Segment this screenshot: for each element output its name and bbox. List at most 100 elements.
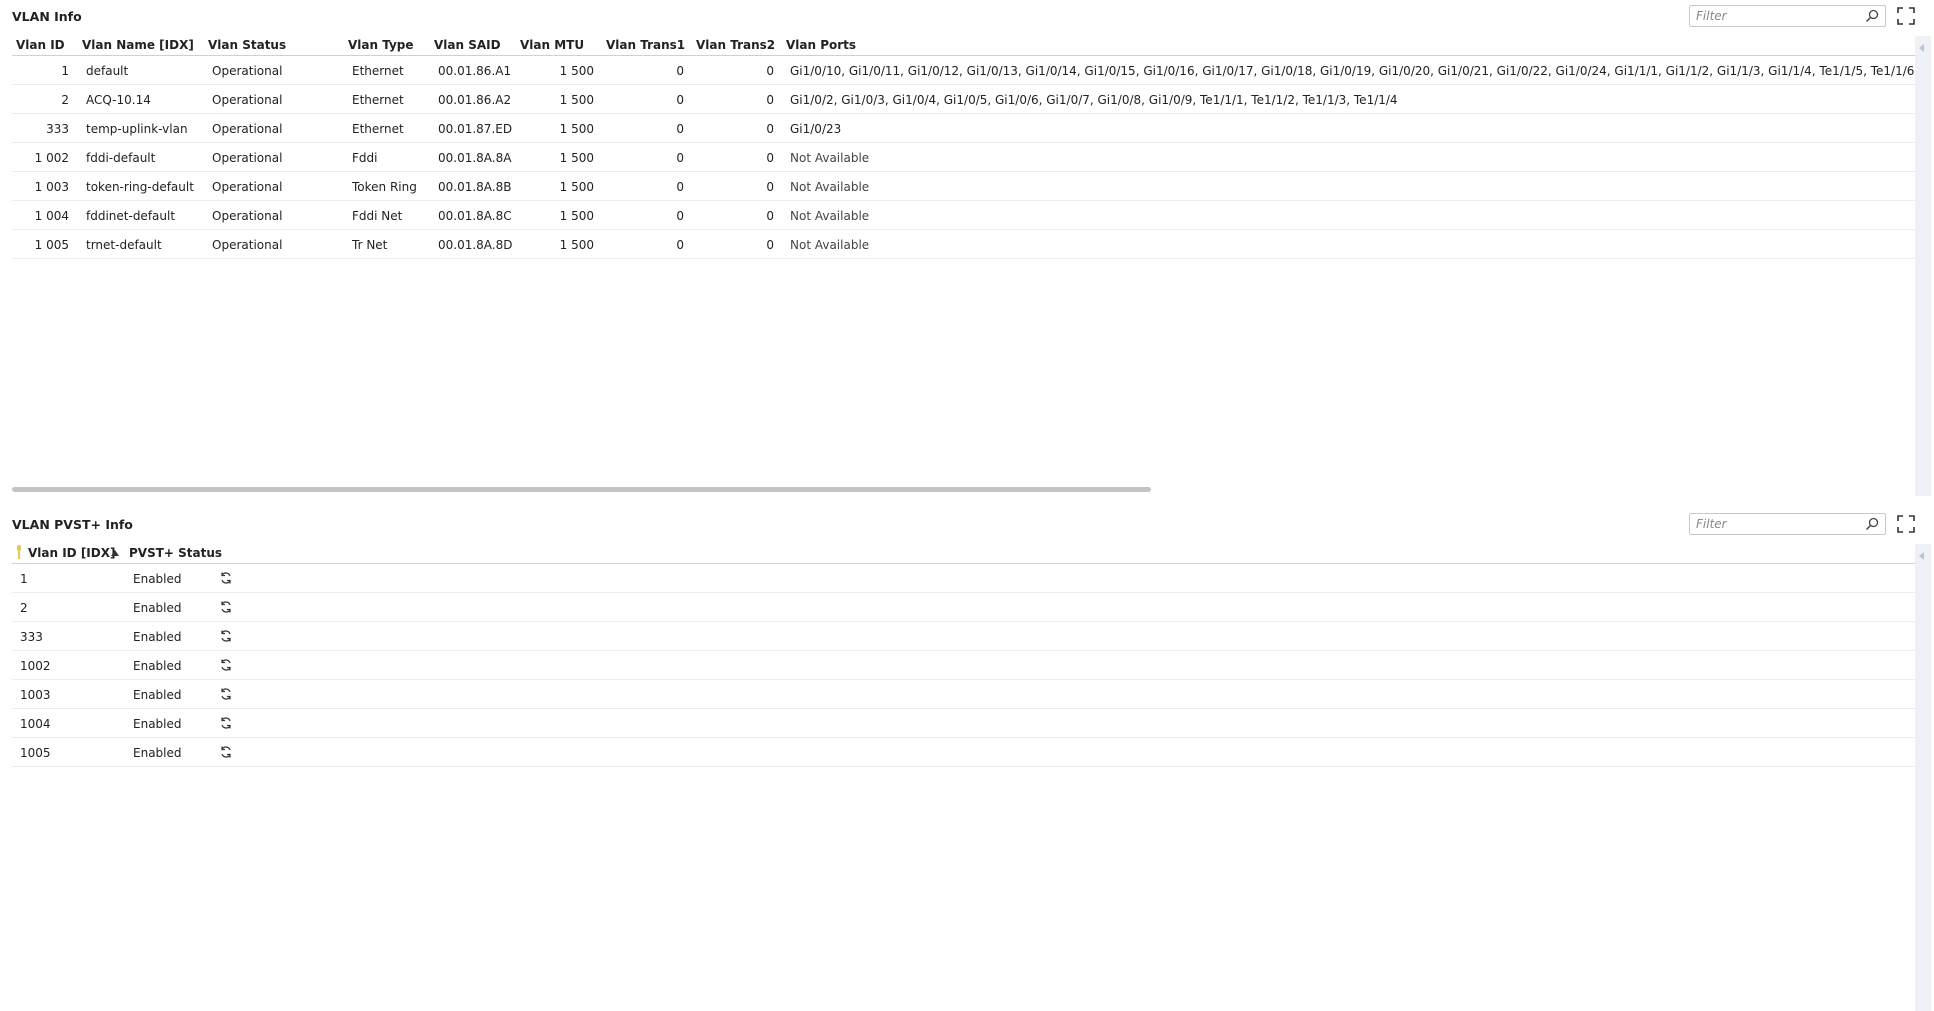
cell-vlan-said: 00.01.87.ED (438, 122, 513, 136)
table-row[interactable]: 1003 Enabled (12, 680, 1915, 709)
cell-vlan-type: Fddi Net (352, 209, 403, 223)
vlan-info-filter[interactable] (1689, 5, 1886, 27)
horizontal-scrollbar[interactable] (12, 487, 1915, 493)
cell-vlan-status: Operational (212, 122, 283, 136)
refresh-icon[interactable] (219, 687, 233, 701)
cell-vlan-type: Ethernet (352, 64, 404, 78)
collapse-arrow-icon[interactable] (1919, 552, 1924, 560)
col-vlan-id[interactable]: Vlan ID (16, 38, 65, 52)
cell-vlan-mtu: 1 500 (559, 209, 594, 223)
table-row[interactable]: 1 Enabled (12, 564, 1915, 593)
refresh-icon[interactable] (219, 658, 233, 672)
cell-vlan-id: 1 (61, 64, 69, 78)
cell-vlan-ports: Gi1/0/23 (790, 122, 842, 136)
table-row[interactable]: 2 Enabled (12, 593, 1915, 622)
vertical-scrollbar[interactable] (1915, 36, 1931, 496)
cell-vlan-status: Operational (212, 93, 283, 107)
cell-vlan-said: 00.01.8A.8C (438, 209, 512, 223)
cell-vlan-trans2: 0 (766, 238, 774, 252)
expand-icon[interactable] (1897, 515, 1915, 533)
table-row[interactable]: 1 002 fddi-default Operational Fddi 00.0… (12, 143, 1915, 172)
cell-vlan-type: Tr Net (352, 238, 388, 252)
table-row[interactable]: 333 temp-uplink-vlan Operational Etherne… (12, 114, 1915, 143)
col-vlan-type[interactable]: Vlan Type (348, 38, 414, 52)
table-row[interactable]: 333 Enabled (12, 622, 1915, 651)
col-vlan-status[interactable]: Vlan Status (208, 38, 286, 52)
cell-pvst-vlan-id: 1002 (20, 659, 51, 673)
cell-pvst-vlan-id: 1005 (20, 746, 51, 760)
cell-vlan-type: Ethernet (352, 93, 404, 107)
collapse-arrow-icon[interactable] (1919, 44, 1924, 52)
table-row[interactable]: 1 005 trnet-default Operational Tr Net 0… (12, 230, 1915, 259)
key-icon (17, 545, 21, 559)
table-row[interactable]: 1 004 fddinet-default Operational Fddi N… (12, 201, 1915, 230)
cell-vlan-name: ACQ-10.14 (86, 93, 151, 107)
col-vlan-mtu[interactable]: Vlan MTU (520, 38, 584, 52)
table-row[interactable]: 1004 Enabled (12, 709, 1915, 738)
refresh-icon[interactable] (219, 629, 233, 643)
cell-vlan-name: temp-uplink-vlan (86, 122, 188, 136)
cell-pvst-status: Enabled (133, 630, 182, 644)
col-vlan-said[interactable]: Vlan SAID (434, 38, 501, 52)
pvst-info-title: VLAN PVST+ Info (12, 517, 133, 532)
cell-pvst-vlan-id: 333 (20, 630, 43, 644)
search-icon[interactable] (1865, 9, 1879, 23)
cell-vlan-id: 1 003 (34, 180, 69, 194)
cell-vlan-trans1: 0 (676, 180, 684, 194)
cell-vlan-name: fddi-default (86, 151, 156, 165)
cell-vlan-trans1: 0 (676, 238, 684, 252)
cell-pvst-status: Enabled (133, 572, 182, 586)
cell-pvst-vlan-id: 2 (20, 601, 28, 615)
horizontal-scrollbar-thumb[interactable] (12, 487, 1151, 492)
cell-vlan-name: default (86, 64, 129, 78)
cell-vlan-trans2: 0 (766, 209, 774, 223)
cell-pvst-status: Enabled (133, 717, 182, 731)
cell-pvst-status: Enabled (133, 601, 182, 615)
cell-vlan-trans2: 0 (766, 151, 774, 165)
table-row[interactable]: 1005 Enabled (12, 738, 1915, 767)
table-row[interactable]: 2 ACQ-10.14 Operational Ethernet 00.01.8… (12, 85, 1915, 114)
cell-vlan-trans1: 0 (676, 64, 684, 78)
cell-vlan-mtu: 1 500 (559, 93, 594, 107)
col-pvst-status[interactable]: PVST+ Status (129, 546, 222, 560)
pvst-info-filter-input[interactable] (1694, 515, 1860, 533)
cell-vlan-status: Operational (212, 238, 283, 252)
col-vlan-trans2[interactable]: Vlan Trans2 (696, 38, 775, 52)
pvst-info-filter[interactable] (1689, 513, 1886, 535)
cell-vlan-id: 1 005 (34, 238, 69, 252)
cell-vlan-ports: Not Available (790, 238, 870, 252)
cell-vlan-said: 00.01.8A.8A (438, 151, 512, 165)
cell-vlan-said: 00.01.86.A2 (438, 93, 512, 107)
cell-vlan-mtu: 1 500 (559, 64, 594, 78)
cell-vlan-mtu: 1 500 (559, 151, 594, 165)
refresh-icon[interactable] (219, 716, 233, 730)
refresh-icon[interactable] (219, 571, 233, 585)
pvst-info-panel: VLAN PVST+ Info Vlan ID [IDX] PVST+ Stat… (0, 500, 1934, 1011)
cell-vlan-id: 333 (46, 122, 69, 136)
col-vlan-ports[interactable]: Vlan Ports (786, 38, 856, 52)
table-row[interactable]: 1002 Enabled (12, 651, 1915, 680)
vertical-scrollbar[interactable] (1915, 544, 1931, 1011)
vlan-info-filter-input[interactable] (1694, 7, 1860, 25)
col-pvst-vlan-id[interactable]: Vlan ID [IDX] (28, 546, 115, 560)
refresh-icon[interactable] (219, 600, 233, 614)
cell-vlan-status: Operational (212, 209, 283, 223)
cell-vlan-trans1: 0 (676, 209, 684, 223)
table-row[interactable]: 1 003 token-ring-default Operational Tok… (12, 172, 1915, 201)
cell-vlan-ports: Not Available (790, 180, 870, 194)
cell-pvst-vlan-id: 1003 (20, 688, 51, 702)
col-vlan-name[interactable]: Vlan Name [IDX] (82, 38, 194, 52)
cell-vlan-trans1: 0 (676, 122, 684, 136)
expand-icon[interactable] (1897, 7, 1915, 25)
sort-ascending-icon[interactable] (111, 550, 119, 556)
cell-vlan-trans2: 0 (766, 180, 774, 194)
refresh-icon[interactable] (219, 745, 233, 759)
cell-vlan-said: 00.01.8A.8D (438, 238, 513, 252)
table-row[interactable]: 1 default Operational Ethernet 00.01.86.… (12, 56, 1915, 85)
cell-vlan-trans1: 0 (676, 151, 684, 165)
cell-pvst-status: Enabled (133, 659, 182, 673)
cell-vlan-name: fddinet-default (86, 209, 176, 223)
cell-vlan-mtu: 1 500 (559, 122, 594, 136)
col-vlan-trans1[interactable]: Vlan Trans1 (606, 38, 685, 52)
search-icon[interactable] (1865, 517, 1879, 531)
